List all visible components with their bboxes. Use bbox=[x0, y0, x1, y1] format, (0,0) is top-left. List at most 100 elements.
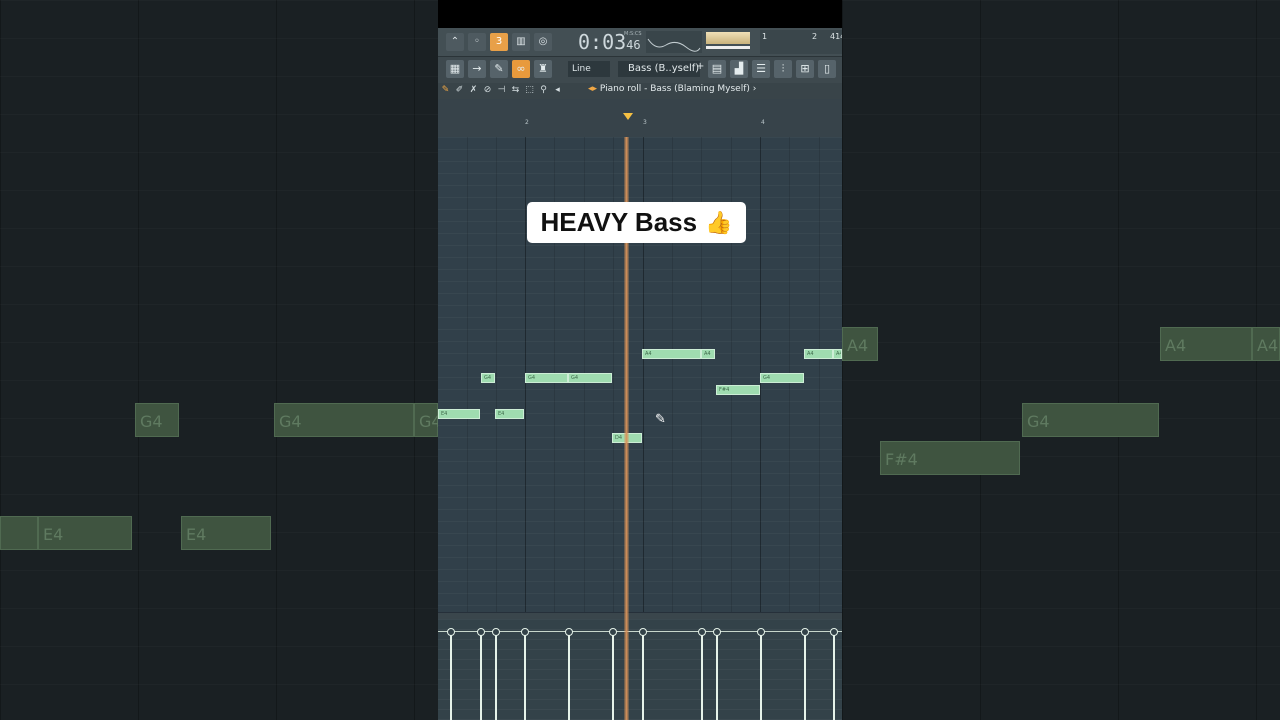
mouse-cursor-icon: ✎ bbox=[655, 412, 666, 427]
panel-value-3: 414 bbox=[830, 32, 842, 41]
top-black-bar bbox=[438, 0, 842, 28]
velocity-bar[interactable] bbox=[524, 631, 526, 720]
mixer-icon[interactable]: ⫶ bbox=[774, 60, 792, 78]
arrow-icon[interactable]: → bbox=[468, 60, 486, 78]
time-ms: 46 bbox=[626, 38, 641, 52]
velocity-bar[interactable] bbox=[716, 631, 718, 720]
note[interactable]: G4 bbox=[481, 373, 495, 383]
metronome-icon[interactable]: ⌃ bbox=[446, 33, 464, 51]
note[interactable]: G4 bbox=[568, 373, 612, 383]
velocity-bar[interactable] bbox=[804, 631, 806, 720]
time-format-label: M:S:CS bbox=[624, 31, 642, 37]
browser-icon[interactable]: ☰ bbox=[752, 60, 770, 78]
piano-roll-icon[interactable]: ▟ bbox=[730, 60, 748, 78]
file-icon[interactable]: ▯ bbox=[818, 60, 836, 78]
velocity-bar[interactable] bbox=[760, 631, 762, 720]
velocity-bar[interactable] bbox=[833, 631, 835, 720]
note[interactable]: A4 bbox=[642, 349, 701, 359]
snap-select[interactable]: Line bbox=[568, 61, 610, 77]
channel-label: Bass (B..yself) bbox=[628, 63, 700, 74]
velocity-bar[interactable] bbox=[480, 631, 482, 720]
note[interactable]: E4 bbox=[495, 409, 524, 419]
velocity-handle[interactable] bbox=[757, 628, 765, 636]
plugin-icon[interactable]: ⊞ bbox=[796, 60, 814, 78]
note[interactable]: A4 bbox=[833, 349, 842, 359]
thumbs-up-icon: 👍 bbox=[705, 209, 733, 235]
velocity-handle[interactable] bbox=[830, 628, 838, 636]
velocity-handle[interactable] bbox=[801, 628, 809, 636]
velocity-bar[interactable] bbox=[450, 631, 452, 720]
background-right: A4 A4 A4 G4 F#4 bbox=[842, 0, 1280, 720]
caption-overlay: HEAVY Bass 👍 bbox=[527, 202, 746, 243]
note[interactable]: E4 bbox=[438, 409, 480, 419]
velocity-handle[interactable] bbox=[698, 628, 706, 636]
select-icon[interactable]: ⬚ bbox=[524, 84, 535, 96]
playlist-icon[interactable]: ▤ bbox=[708, 60, 726, 78]
bg-note: E4 bbox=[38, 516, 132, 550]
bg-note: E4 bbox=[181, 516, 271, 550]
velocity-handle[interactable] bbox=[521, 628, 529, 636]
velocity-bar[interactable] bbox=[495, 631, 497, 720]
note[interactable]: A4 bbox=[804, 349, 833, 359]
bg-note: G4 bbox=[414, 403, 438, 437]
ruler-bar-3: 3 bbox=[643, 119, 647, 126]
background-left: G4 G4 G4 E4 E4 bbox=[0, 0, 438, 720]
zoom-icon[interactable]: ⚲ bbox=[538, 84, 549, 96]
volume-meter bbox=[706, 32, 750, 44]
title-chevron[interactable]: › bbox=[753, 84, 757, 94]
velocity-handle[interactable] bbox=[565, 628, 573, 636]
panel-value-1: 1 bbox=[762, 32, 768, 41]
velocity-bar[interactable] bbox=[642, 631, 644, 720]
link-icon[interactable]: ∞ bbox=[512, 60, 530, 78]
velocity-bar[interactable] bbox=[612, 631, 614, 720]
bg-note bbox=[0, 516, 38, 550]
channel-select[interactable]: Bass (B..yself) bbox=[618, 61, 700, 77]
piano-icon[interactable]: ▦ bbox=[446, 60, 464, 78]
mute-icon[interactable]: ⊘ bbox=[482, 84, 493, 96]
velocity-handle[interactable] bbox=[639, 628, 647, 636]
playback-icon[interactable]: ◂ bbox=[552, 84, 563, 96]
velocity-bar[interactable] bbox=[701, 631, 703, 720]
pencil-icon[interactable]: ✎ bbox=[440, 84, 451, 96]
channel-plus[interactable]: + bbox=[696, 61, 704, 72]
pencil-icon[interactable]: ✎ bbox=[490, 60, 508, 78]
countdown-icon[interactable]: 3 bbox=[490, 33, 508, 51]
piano-roll-title: ◂▸ Piano roll - Bass (Blaming Myself) › bbox=[588, 84, 756, 94]
velocity-bar[interactable] bbox=[568, 631, 570, 720]
velocity-handle[interactable] bbox=[609, 628, 617, 636]
time-ruler[interactable]: 2 3 4 bbox=[438, 99, 842, 138]
ruler-bar-4: 4 bbox=[761, 119, 765, 126]
bg-note: G4 bbox=[274, 403, 414, 437]
velocity-lane[interactable] bbox=[438, 619, 842, 720]
bg-note: G4 bbox=[1022, 403, 1159, 437]
paint-icon[interactable]: ✐ bbox=[454, 84, 465, 96]
note[interactable]: G4 bbox=[760, 373, 804, 383]
time-main: 0:03 bbox=[578, 30, 627, 54]
panel-value-2: 2 bbox=[812, 32, 818, 41]
wait-icon[interactable]: ◦ bbox=[468, 33, 486, 51]
view-toolbar: ▦ → ✎ ∞ ♜ Line Bass (B..yself) + ▤ ▟ ☰ ⫶… bbox=[438, 57, 842, 84]
note[interactable]: F#4 bbox=[716, 385, 760, 395]
volume-meter-bar bbox=[706, 46, 750, 49]
step-edit-icon[interactable]: ▥ bbox=[512, 33, 530, 51]
caption-text: HEAVY Bass bbox=[540, 207, 698, 237]
note[interactable]: G4 bbox=[525, 373, 568, 383]
stamp-icon[interactable]: ♜ bbox=[534, 60, 552, 78]
note[interactable]: A4 bbox=[701, 349, 715, 359]
snap-label: Line bbox=[572, 64, 591, 74]
loop-record-icon[interactable]: ◎ bbox=[534, 33, 552, 51]
bg-note: F#4 bbox=[880, 441, 1020, 475]
velocity-handle[interactable] bbox=[447, 628, 455, 636]
hint-panel: 1 2 414 bbox=[760, 30, 842, 54]
bg-note: A4 bbox=[1160, 327, 1252, 361]
velocity-handle[interactable] bbox=[713, 628, 721, 636]
playhead-marker[interactable] bbox=[623, 113, 633, 120]
cpu-monitor bbox=[646, 31, 702, 53]
bg-note: A4 bbox=[842, 327, 878, 361]
bg-note: A4 bbox=[1252, 327, 1280, 361]
slip-icon[interactable]: ⇆ bbox=[510, 84, 521, 96]
velocity-handle[interactable] bbox=[477, 628, 485, 636]
slice-icon[interactable]: ⊣ bbox=[496, 84, 507, 96]
velocity-handle[interactable] bbox=[492, 628, 500, 636]
delete-icon[interactable]: ✗ bbox=[468, 84, 479, 96]
